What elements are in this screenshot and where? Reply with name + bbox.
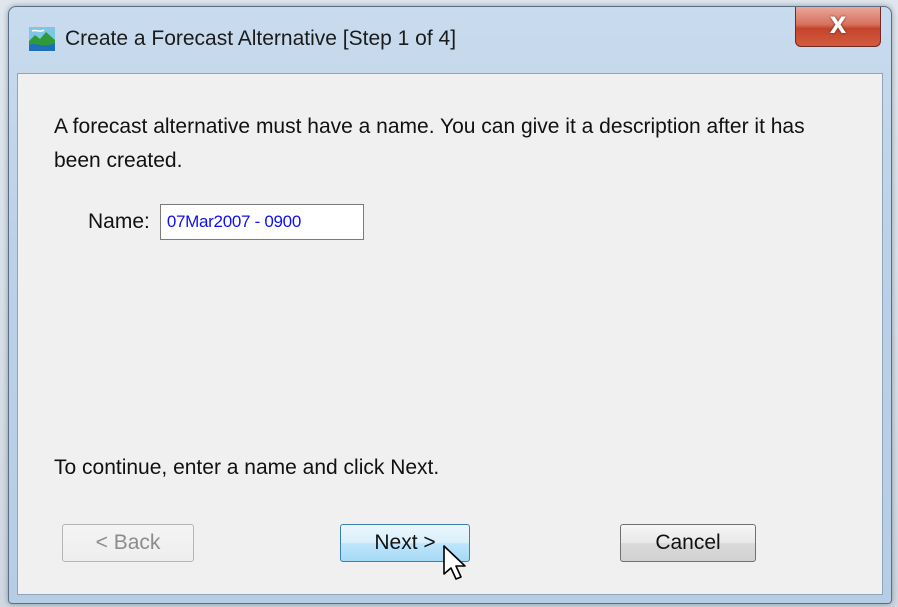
title-bar[interactable]: Create a Forecast Alternative [Step 1 of… (9, 7, 891, 73)
continue-hint: To continue, enter a name and click Next… (54, 456, 440, 479)
name-label: Name: (88, 210, 150, 233)
back-button[interactable]: < Back (62, 524, 194, 562)
cancel-button[interactable]: Cancel (620, 524, 756, 562)
name-input[interactable] (159, 204, 364, 240)
window-title: Create a Forecast Alternative [Step 1 of… (65, 27, 457, 50)
mouse-pointer-icon (443, 545, 466, 580)
dialog-window: Create a Forecast Alternative [Step 1 of… (8, 6, 892, 604)
name-row: Name: (88, 204, 364, 240)
dialog-content: A forecast alternative must have a name.… (17, 73, 883, 595)
landscape-app-icon (29, 27, 55, 51)
close-button[interactable]: X (795, 7, 881, 47)
instruction-text: A forecast alternative must have a name.… (54, 115, 805, 172)
close-icon: X (829, 14, 847, 39)
